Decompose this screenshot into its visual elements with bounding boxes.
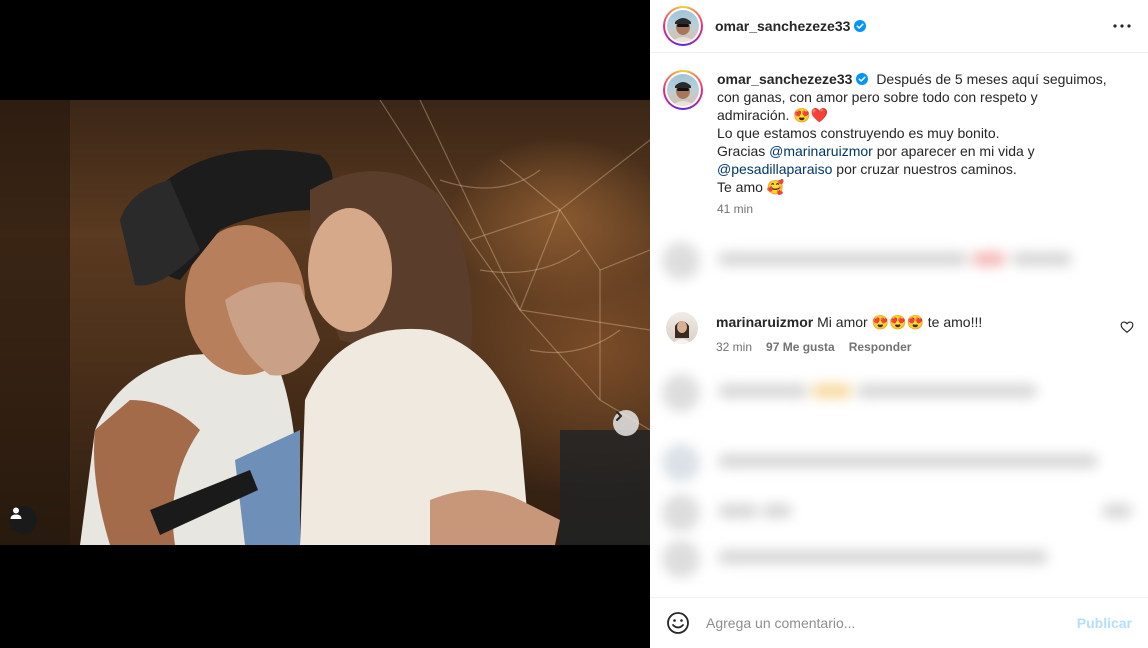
caption-line-2: con ganas, con amor pero sobre todo con … xyxy=(717,89,1038,105)
next-photo-button[interactable] xyxy=(613,410,639,436)
post-media xyxy=(0,0,650,648)
avatar-illustration xyxy=(671,18,695,42)
chevron-right-icon xyxy=(616,411,622,421)
caption-username[interactable]: omar_sanchezeze33 xyxy=(717,71,852,87)
comment-likes[interactable]: 97 Me gusta xyxy=(766,337,835,357)
caption-line-4: Lo que estamos construyendo es muy bonit… xyxy=(717,125,1000,141)
comment-text: Mi amor 😍😍😍 te amo!!! xyxy=(817,314,983,330)
emoji-icon[interactable] xyxy=(666,611,690,635)
caption-avatar[interactable] xyxy=(663,70,703,110)
reply-button[interactable]: Responder xyxy=(849,337,912,357)
comment-time[interactable]: 32 min xyxy=(716,337,752,357)
post-side-panel: omar_sanchezeze33 omar_sanchezeze33 Desp… xyxy=(650,0,1148,648)
caption-line-3: admiración. xyxy=(717,107,790,123)
avatar-illustration xyxy=(672,321,692,344)
post-photo[interactable] xyxy=(0,100,650,545)
author-avatar[interactable] xyxy=(663,6,703,46)
verified-badge-icon xyxy=(854,20,867,32)
mention-pesadillaparaiso[interactable]: @pesadillaparaiso xyxy=(717,161,832,177)
more-options-button[interactable] xyxy=(1110,14,1134,38)
blurred-comment xyxy=(662,490,1132,542)
user-tag-icon xyxy=(10,507,22,519)
caption-line-5-prefix: Gracias xyxy=(717,143,766,159)
caption-emoji: 😍❤️ xyxy=(793,107,829,123)
caption-line-6-suffix: por cruzar nuestros caminos. xyxy=(836,161,1017,177)
comment-username[interactable]: marinaruizmor xyxy=(716,314,813,330)
comment-meta: 32 min 97 Me gusta Responder xyxy=(716,337,982,357)
blurred-comment xyxy=(662,536,1132,588)
blurred-comment xyxy=(662,238,1132,290)
avatar-illustration xyxy=(671,82,695,106)
post-caption: omar_sanchezeze33 Después de 5 meses aqu… xyxy=(663,70,1133,218)
comment-input[interactable] xyxy=(706,615,1066,631)
publish-button[interactable]: Publicar xyxy=(1077,615,1132,631)
blurred-comment xyxy=(662,440,1132,492)
comment-item: marinaruizmor Mi amor 😍😍😍 te amo!!! 32 m… xyxy=(666,312,1136,357)
caption-line-1: Después de 5 meses aquí seguimos, xyxy=(876,71,1107,87)
post-time[interactable]: 41 min xyxy=(717,200,1127,218)
caption-line-7: Te amo 🥰 xyxy=(717,179,785,195)
photo-illustration xyxy=(0,100,650,545)
tagged-users-button[interactable] xyxy=(9,506,37,534)
blurred-comment xyxy=(662,370,1132,422)
caption-text: omar_sanchezeze33 Después de 5 meses aqu… xyxy=(717,70,1127,218)
comment-body: marinaruizmor Mi amor 😍😍😍 te amo!!! 32 m… xyxy=(716,312,982,357)
heart-outline-icon[interactable] xyxy=(1120,320,1134,334)
more-horizontal-icon xyxy=(1113,24,1131,28)
comment-composer: Publicar xyxy=(650,597,1148,648)
verified-badge-icon xyxy=(856,73,869,85)
mention-marinaruizmor[interactable]: @marinaruizmor xyxy=(769,143,873,159)
comment-avatar[interactable] xyxy=(666,312,698,344)
post-header: omar_sanchezeze33 xyxy=(650,0,1148,53)
caption-line-5-suffix: por aparecer en mi vida y xyxy=(876,143,1035,159)
header-username[interactable]: omar_sanchezeze33 xyxy=(715,18,850,34)
